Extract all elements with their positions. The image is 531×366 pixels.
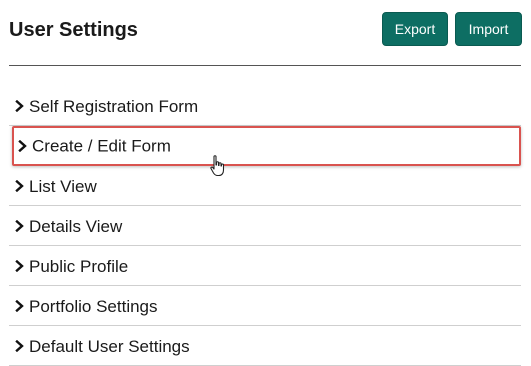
settings-list: Self Registration Form Create / Edit For…	[9, 86, 521, 366]
settings-item-default-user-settings[interactable]: Default User Settings	[9, 326, 521, 366]
settings-item-list-view[interactable]: List View	[9, 166, 521, 206]
chevron-right-icon	[15, 219, 27, 232]
chevron-right-icon	[15, 99, 27, 112]
settings-item-label: Default User Settings	[29, 337, 190, 357]
settings-item-public-profile[interactable]: Public Profile	[9, 246, 521, 286]
settings-item-label: Portfolio Settings	[29, 297, 158, 317]
page-header: User Settings Export Import	[0, 0, 531, 64]
settings-item-label: List View	[29, 177, 97, 197]
settings-item-label: Public Profile	[29, 257, 129, 277]
chevron-right-icon	[15, 299, 27, 312]
settings-item-label: Details View	[29, 217, 123, 237]
chevron-right-icon	[15, 259, 27, 272]
chevron-right-icon	[18, 139, 30, 152]
settings-item-create-edit-form[interactable]: Create / Edit Form	[12, 126, 521, 166]
settings-item-portfolio-settings[interactable]: Portfolio Settings	[9, 286, 521, 326]
export-button[interactable]: Export	[382, 12, 448, 46]
settings-item-self-registration-form[interactable]: Self Registration Form	[9, 86, 521, 126]
settings-item-label: Self Registration Form	[29, 97, 199, 117]
header-divider	[9, 65, 521, 66]
import-button[interactable]: Import	[455, 12, 522, 46]
chevron-right-icon	[15, 179, 27, 192]
settings-item-label: Create / Edit Form	[32, 136, 171, 156]
settings-item-details-view[interactable]: Details View	[9, 206, 521, 246]
page-title: User Settings	[9, 19, 138, 41]
